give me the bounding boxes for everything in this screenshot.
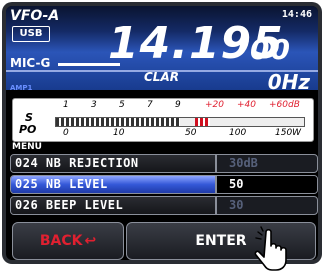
s-scale-tick: +60dB <box>269 100 300 110</box>
menu-title: MENU <box>12 142 42 152</box>
back-button-label: BACK <box>39 233 83 249</box>
s-scale-tick: 9 <box>175 100 181 110</box>
menu-item-value: 30 <box>229 198 244 212</box>
po-scale-tick: 0 <box>63 128 69 138</box>
enter-button-label: ENTER <box>195 233 247 249</box>
s-scale-tick: +20 <box>205 100 224 110</box>
meter-bar <box>55 117 305 127</box>
menu-item-value: 30dB <box>229 156 258 170</box>
meter-bar-red-zone <box>195 118 210 126</box>
po-scale-tick: 10 <box>113 128 125 138</box>
back-button[interactable]: BACK ↩ <box>12 222 124 260</box>
clar-value: 0Hz <box>267 70 310 94</box>
clar-label: CLAR <box>144 70 179 84</box>
po-scale-tick: 150W <box>275 128 302 138</box>
frequency-sub: 00 <box>250 33 291 66</box>
s-scale-tick: +40 <box>237 100 256 110</box>
menu-item-label: 024 NB REJECTION <box>11 155 215 172</box>
po-scale-tick: 100 <box>229 128 247 138</box>
radio-display: VFO-A 14:46 USB MIC-G 14.195 00 AMP1 CLA… <box>6 6 318 260</box>
mic-gain-label: MIC-G <box>10 56 51 70</box>
menu-item-nb-level[interactable]: 025 NB LEVEL 50 <box>10 175 318 194</box>
amp-indicator: AMP1 <box>10 84 33 92</box>
menu-item-nb-rejection[interactable]: 024 NB REJECTION 30dB <box>10 154 318 173</box>
menu-item-beep-level[interactable]: 026 BEEP LEVEL 30 <box>10 196 318 215</box>
meter-bar-fill <box>56 118 180 126</box>
mode-badge[interactable]: USB <box>12 26 50 42</box>
s-scale-tick: 7 <box>147 100 153 110</box>
po-scale-tick: 50 <box>185 128 197 138</box>
s-scale-tick: 5 <box>119 100 125 110</box>
s-scale-tick: 3 <box>91 100 97 110</box>
menu-item-label: 025 NB LEVEL <box>11 176 215 193</box>
hand-pointer-icon <box>254 226 287 271</box>
vfo-indicator: VFO-A <box>10 8 60 24</box>
signal-meter: S PO 1 3 5 7 9 +20 +40 +60dB 0 10 50 100… <box>12 98 314 142</box>
po-meter-label: PO <box>19 123 37 136</box>
return-arrow-icon: ↩ <box>84 233 97 249</box>
menu-item-label: 026 BEEP LEVEL <box>11 197 215 214</box>
s-scale-tick: 1 <box>63 100 69 110</box>
clock: 14:46 <box>281 9 312 20</box>
menu-item-value[interactable]: 50 <box>217 176 317 193</box>
